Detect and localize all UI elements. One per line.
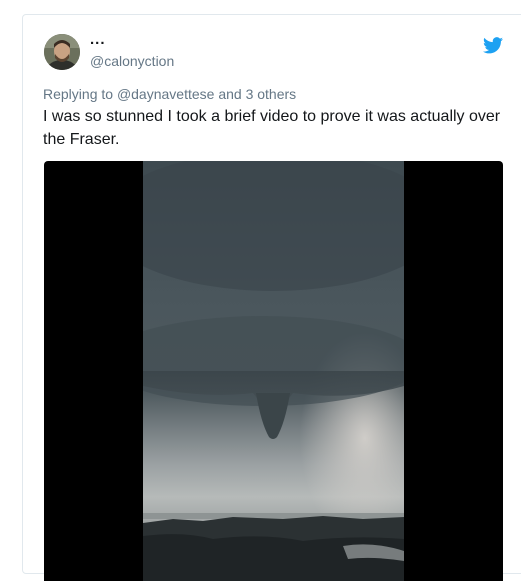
reply-prefix: Replying to (43, 86, 114, 102)
reply-mention-link[interactable]: @daynavettese (117, 86, 215, 102)
reply-others-link[interactable]: and 3 others (218, 86, 296, 102)
reply-context: Replying to @daynavettese and 3 others (43, 86, 296, 102)
avatar[interactable] (44, 34, 80, 70)
video-thumbnail (143, 161, 404, 581)
twitter-bird-icon[interactable] (483, 37, 503, 54)
tweet-text: I was so stunned I took a brief video to… (43, 108, 501, 148)
user-handle[interactable]: @calonyction (90, 53, 174, 69)
video-player[interactable] (44, 161, 503, 581)
display-name[interactable]: ... (90, 31, 106, 48)
tweet-card: ... @calonyction Replying to @daynavette… (22, 14, 521, 581)
